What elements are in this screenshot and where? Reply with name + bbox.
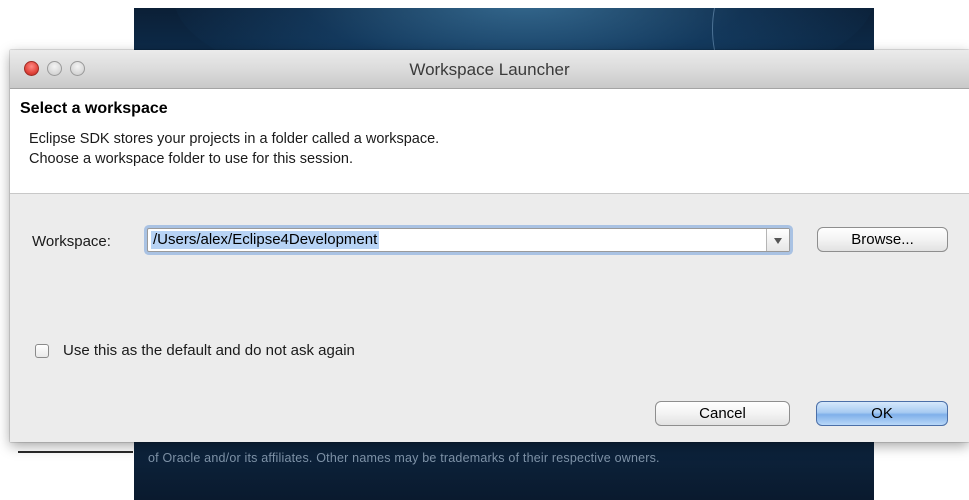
page-title: Select a workspace [20, 100, 168, 117]
window-title: Workspace Launcher [409, 60, 570, 79]
title-bar[interactable]: Workspace Launcher [10, 50, 969, 89]
default-checkbox[interactable] [35, 344, 49, 358]
dialog-body: Workspace: /Users/alex/Eclipse4Developme… [10, 194, 969, 442]
workspace-label: Workspace: [32, 233, 111, 250]
workspace-launcher-dialog: Workspace Launcher Select a workspace Ec… [10, 50, 969, 442]
default-checkbox-label[interactable]: Use this as the default and do not ask a… [63, 342, 355, 359]
chevron-down-icon[interactable] [766, 229, 789, 251]
background-line [18, 451, 133, 453]
description-line-1: Eclipse SDK stores your projects in a fo… [29, 131, 440, 147]
ok-button[interactable]: OK [816, 401, 948, 426]
screen: of Oracle and/or its affiliates. Other n… [0, 0, 969, 500]
description-line-2: Choose a workspace folder to use for thi… [29, 151, 353, 167]
dialog-header: Select a workspace Eclipse SDK stores yo… [10, 89, 969, 194]
workspace-combo[interactable]: /Users/alex/Eclipse4Development [147, 228, 790, 252]
splash-copyright-text: of Oracle and/or its affiliates. Other n… [148, 451, 660, 465]
browse-button[interactable]: Browse... [817, 227, 948, 252]
cancel-button[interactable]: Cancel [655, 401, 790, 426]
workspace-input[interactable]: /Users/alex/Eclipse4Development [151, 231, 380, 249]
